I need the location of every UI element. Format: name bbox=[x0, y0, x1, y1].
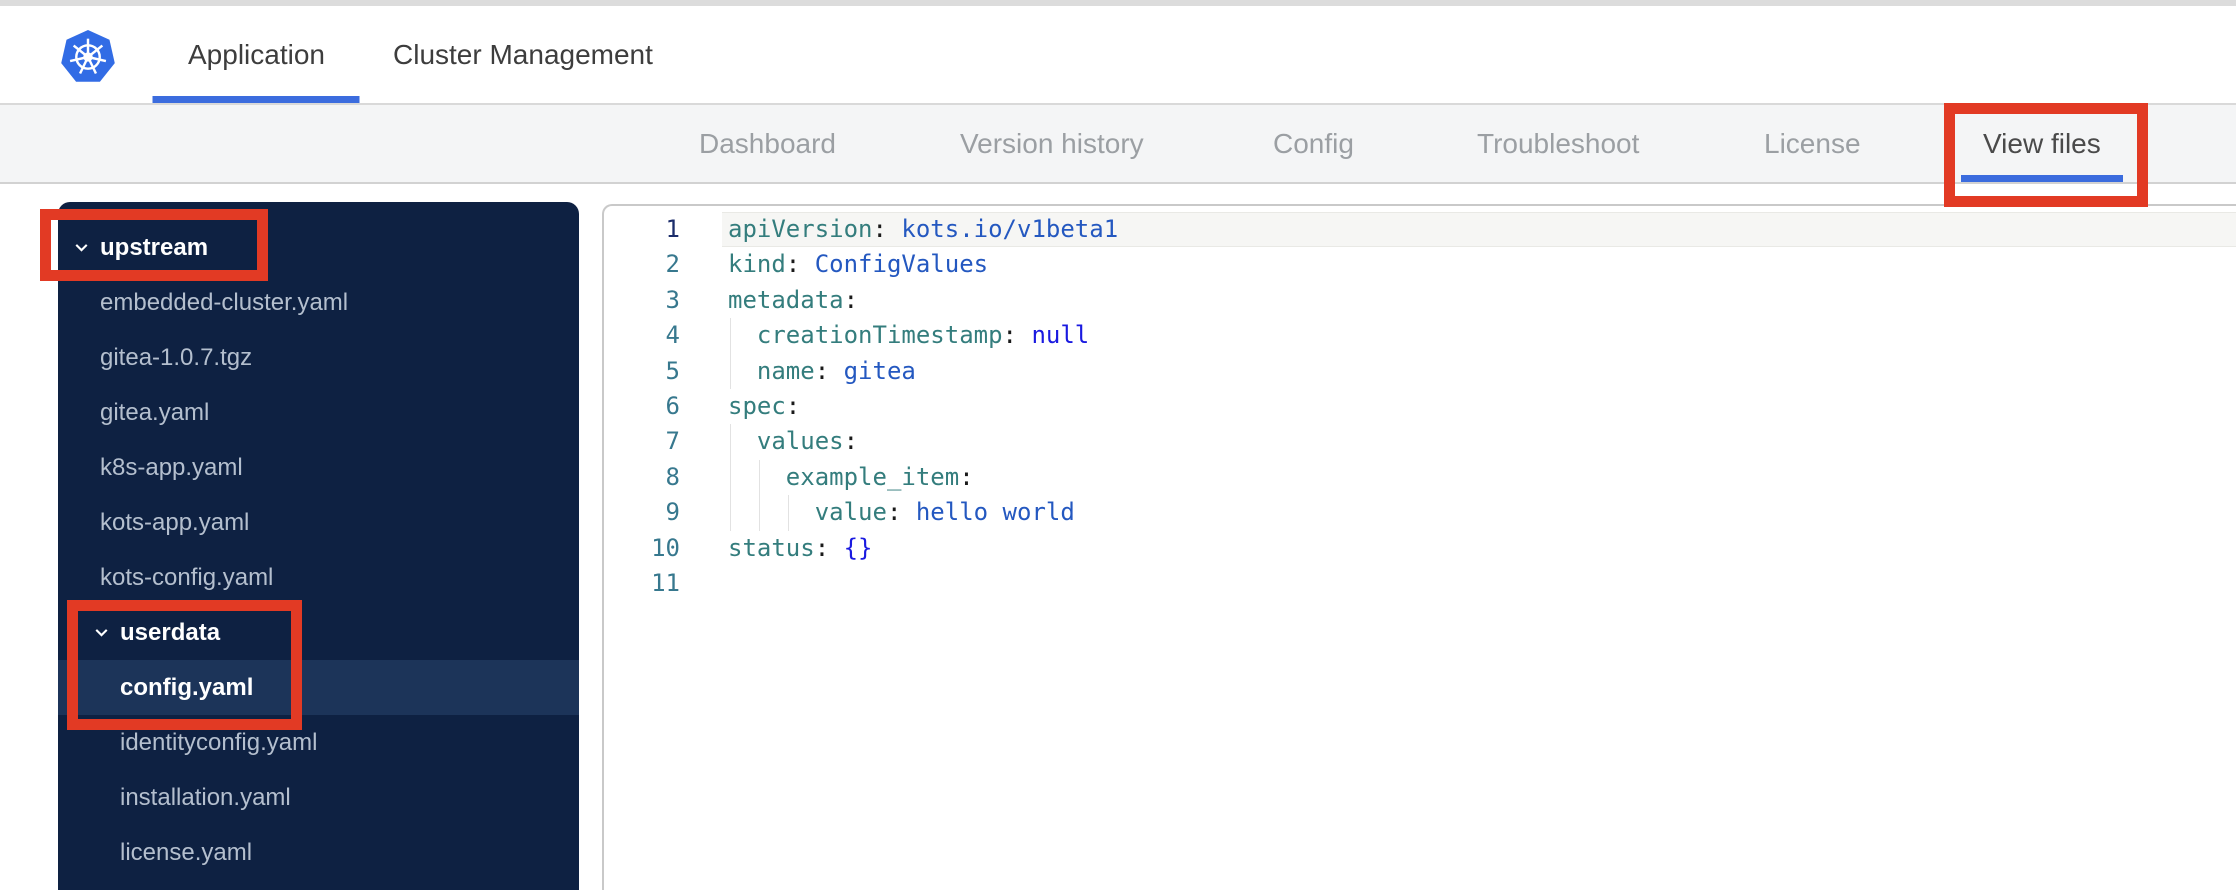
tree-item-label: gitea-1.0.7.tgz bbox=[100, 343, 253, 371]
file-tree: upstream embedded-cluster.yaml gitea-1.0.7… bbox=[58, 202, 579, 890]
line-number: 10 bbox=[651, 533, 680, 562]
tree-file-identityconfig-yaml[interactable]: identityconfig.yaml bbox=[58, 715, 579, 770]
line-number: 6 bbox=[665, 391, 680, 420]
line-number: 2 bbox=[665, 250, 680, 279]
tree-item-label: upstream bbox=[100, 233, 209, 261]
tree-file-gitea-1-0-7-tgz[interactable]: gitea-1.0.7.tgz bbox=[58, 330, 579, 385]
nav-item-version-history[interactable]: Version history bbox=[960, 105, 1144, 182]
line-number: 9 bbox=[665, 498, 680, 527]
nav-item-config[interactable]: Config bbox=[1273, 105, 1354, 182]
code-text: spec: bbox=[728, 391, 801, 420]
kubernetes-logo-icon bbox=[61, 30, 115, 82]
tree-file-gitea-yaml[interactable]: gitea.yaml bbox=[58, 385, 579, 440]
secondary-nav: Dashboard Version history Config Troublesho… bbox=[0, 105, 2236, 184]
code-editor[interactable]: 1 apiVersion: kots.io/v1beta1 2 kind: Confi… bbox=[602, 204, 2236, 890]
tree-item-label: embedded-cluster.yaml bbox=[100, 288, 349, 316]
code-text: value: hello world bbox=[814, 498, 1075, 527]
app-header: Application Cluster Management bbox=[0, 6, 2236, 105]
kots-admin-console: Application Cluster Management Dashboard… bbox=[0, 0, 2236, 890]
code-line-11: 11 bbox=[604, 566, 2236, 601]
code-line-2: 2 kind: ConfigValues bbox=[604, 247, 2236, 282]
code-text: apiVersion: kots.io/v1beta1 bbox=[728, 215, 1119, 243]
tree-file-installation-yaml[interactable]: installation.yaml bbox=[58, 770, 579, 825]
tree-file-kots-config-yaml[interactable]: kots-config.yaml bbox=[58, 550, 579, 605]
tree-file-k8s-app-yaml[interactable]: k8s-app.yaml bbox=[58, 440, 579, 495]
tab-cluster-management[interactable]: Cluster Management bbox=[393, 6, 653, 103]
nav-item-view-files[interactable]: View files bbox=[1983, 105, 2101, 182]
tree-file-kots-app-yaml[interactable]: kots-app.yaml bbox=[58, 495, 579, 550]
line-number: 8 bbox=[665, 462, 680, 491]
tree-file-license-yaml[interactable]: license.yaml bbox=[58, 825, 579, 880]
line-number: 11 bbox=[651, 568, 680, 597]
code-line-9: 9 value: hello world bbox=[604, 495, 2236, 531]
tree-item-label: license.yaml bbox=[120, 838, 253, 866]
line-number: 7 bbox=[665, 427, 680, 456]
tree-item-label: config.yaml bbox=[120, 673, 254, 701]
line-number: 4 bbox=[665, 321, 680, 350]
nav-item-troubleshoot[interactable]: Troubleshoot bbox=[1477, 105, 1639, 182]
chevron-down-icon[interactable] bbox=[71, 237, 92, 258]
line-number: 3 bbox=[665, 285, 680, 314]
nav-item-dashboard[interactable]: Dashboard bbox=[699, 105, 836, 182]
tab-application[interactable]: Application bbox=[188, 6, 325, 103]
chevron-down-icon[interactable] bbox=[91, 622, 112, 643]
line-number: 5 bbox=[665, 356, 680, 385]
tree-file-embedded-cluster-yaml[interactable]: embedded-cluster.yaml bbox=[58, 275, 579, 330]
tree-item-label: installation.yaml bbox=[120, 783, 291, 811]
tree-folder-upstream[interactable]: upstream bbox=[58, 220, 579, 275]
tree-file-config-yaml[interactable]: config.yaml bbox=[58, 660, 579, 715]
code-text: metadata: bbox=[728, 285, 859, 314]
code-line-5: 5 name: gitea bbox=[604, 353, 2236, 389]
tree-item-label: identityconfig.yaml bbox=[120, 728, 318, 756]
nav-item-license[interactable]: License bbox=[1764, 105, 1861, 182]
tree-item-label: kots-app.yaml bbox=[100, 508, 250, 536]
line-number: 1 bbox=[665, 215, 680, 243]
code-line-10: 10 status: {} bbox=[604, 531, 2236, 566]
tree-item-label: kots-config.yaml bbox=[100, 563, 274, 591]
code-line-7: 7 values: bbox=[604, 424, 2236, 460]
code-line-4: 4 creationTimestamp: null bbox=[604, 318, 2236, 354]
code-line-8: 8 example_item: bbox=[604, 459, 2236, 496]
tree-item-label: gitea.yaml bbox=[100, 398, 210, 426]
tree-item-label: userdata bbox=[120, 618, 221, 646]
code-text: creationTimestamp: null bbox=[756, 321, 1090, 350]
code-text: example_item: bbox=[785, 462, 974, 491]
code-text: status: {} bbox=[728, 533, 873, 562]
code-text: values: bbox=[756, 427, 859, 456]
code-text: name: gitea bbox=[756, 356, 916, 385]
code-text: kind: ConfigValues bbox=[728, 250, 989, 279]
tree-item-label: k8s-app.yaml bbox=[100, 453, 243, 481]
code-line-3: 3 metadata: bbox=[604, 283, 2236, 318]
code-line-6: 6 spec: bbox=[604, 389, 2236, 424]
code-line-1: 1 apiVersion: kots.io/v1beta1 bbox=[604, 212, 2236, 248]
tree-folder-userdata[interactable]: userdata bbox=[58, 605, 579, 660]
